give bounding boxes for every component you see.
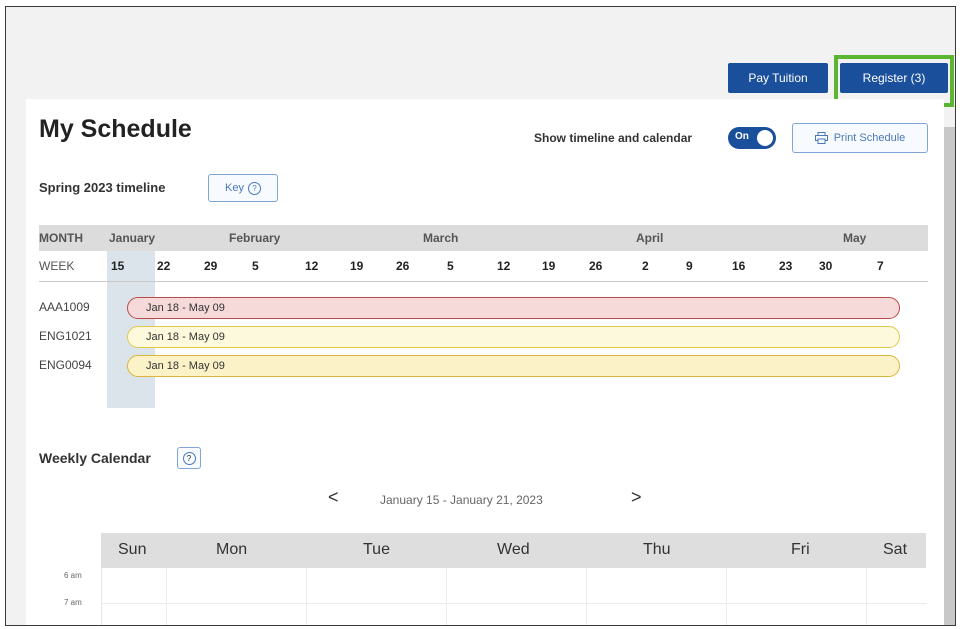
scrollbar[interactable] (944, 127, 955, 625)
key-button[interactable]: Key ? (208, 174, 278, 202)
course-timeline-bar[interactable]: Jan 18 - May 09 (127, 297, 900, 319)
month-label: March (423, 231, 459, 245)
month-label: May (843, 231, 867, 245)
week-label: 29 (204, 259, 218, 273)
week-label: 22 (157, 259, 171, 273)
day-label: Wed (497, 541, 530, 558)
timeline-title: Spring 2023 timeline (39, 180, 166, 195)
chevron-right-icon[interactable]: > (631, 487, 642, 508)
week-row: WEEK 15 22 29 5 12 19 26 5 12 19 26 2 9 … (39, 251, 928, 282)
question-circle-icon: ? (182, 451, 196, 465)
calendar-day-header: Sun Mon Tue Wed Thu Fri Sat (101, 533, 926, 568)
day-label: Tue (363, 541, 390, 558)
grid-hour-line (102, 603, 927, 604)
weekly-calendar-title: Weekly Calendar (39, 450, 151, 466)
timeline-toggle-label: Show timeline and calendar (534, 131, 693, 145)
week-label: 19 (350, 259, 364, 273)
day-label: Thu (643, 541, 671, 558)
grid-column (446, 568, 447, 625)
week-label: 12 (305, 259, 319, 273)
chevron-left-icon[interactable]: < (328, 487, 339, 508)
key-label: Key (225, 182, 244, 194)
month-label: April (636, 231, 664, 245)
weekly-help-button[interactable]: ? (177, 447, 201, 469)
month-header: MONTH (39, 231, 83, 245)
week-label: 15 (111, 259, 125, 273)
week-header: WEEK (39, 259, 75, 273)
toggle-knob (757, 130, 773, 146)
week-label: 2 (642, 259, 649, 273)
week-label: 19 (542, 259, 556, 273)
week-label: 7 (877, 259, 884, 273)
day-label: Fri (791, 541, 810, 558)
time-label: 6 am (64, 571, 82, 580)
day-label: Sun (118, 541, 147, 558)
course-timeline-bar[interactable]: Jan 18 - May 09 (127, 326, 900, 348)
time-label: 7 am (64, 598, 82, 607)
pay-tuition-button[interactable]: Pay Tuition (728, 63, 828, 93)
grid-column (306, 568, 307, 625)
register-button[interactable]: Register (3) (840, 63, 948, 93)
course-code: ENG1021 (39, 329, 92, 343)
week-label: 16 (732, 259, 746, 273)
month-row: MONTH January February March April May (39, 225, 928, 251)
course-code: AAA1009 (39, 300, 90, 314)
week-label: 5 (252, 259, 259, 273)
day-label: Mon (216, 541, 248, 558)
week-label: 12 (497, 259, 511, 273)
print-schedule-label: Print Schedule (833, 132, 906, 144)
month-label: January (109, 231, 156, 245)
grid-column (166, 568, 167, 625)
week-label: 9 (686, 259, 693, 273)
week-label: 23 (779, 259, 793, 273)
grid-column (586, 568, 587, 625)
printer-icon (814, 132, 828, 144)
day-label: Sat (883, 541, 908, 558)
week-label: 30 (819, 259, 833, 273)
grid-column (866, 568, 867, 625)
week-label: 26 (589, 259, 603, 273)
calendar-grid[interactable] (101, 568, 927, 625)
week-range: January 15 - January 21, 2023 (380, 493, 543, 507)
question-circle-icon: ? (247, 181, 261, 195)
app-frame: Pay Tuition Register (3) My Schedule Sho… (5, 6, 956, 626)
week-label: 26 (396, 259, 410, 273)
print-schedule-button[interactable]: Print Schedule (792, 123, 928, 153)
toggle-state: On (735, 131, 749, 142)
page-title: My Schedule (39, 115, 192, 143)
course-timeline-bar[interactable]: Jan 18 - May 09 (127, 355, 900, 377)
week-label: 5 (447, 259, 454, 273)
month-label: February (229, 231, 281, 245)
timeline-toggle[interactable]: On (728, 127, 776, 149)
grid-column (726, 568, 727, 625)
course-code: ENG0094 (39, 358, 92, 372)
